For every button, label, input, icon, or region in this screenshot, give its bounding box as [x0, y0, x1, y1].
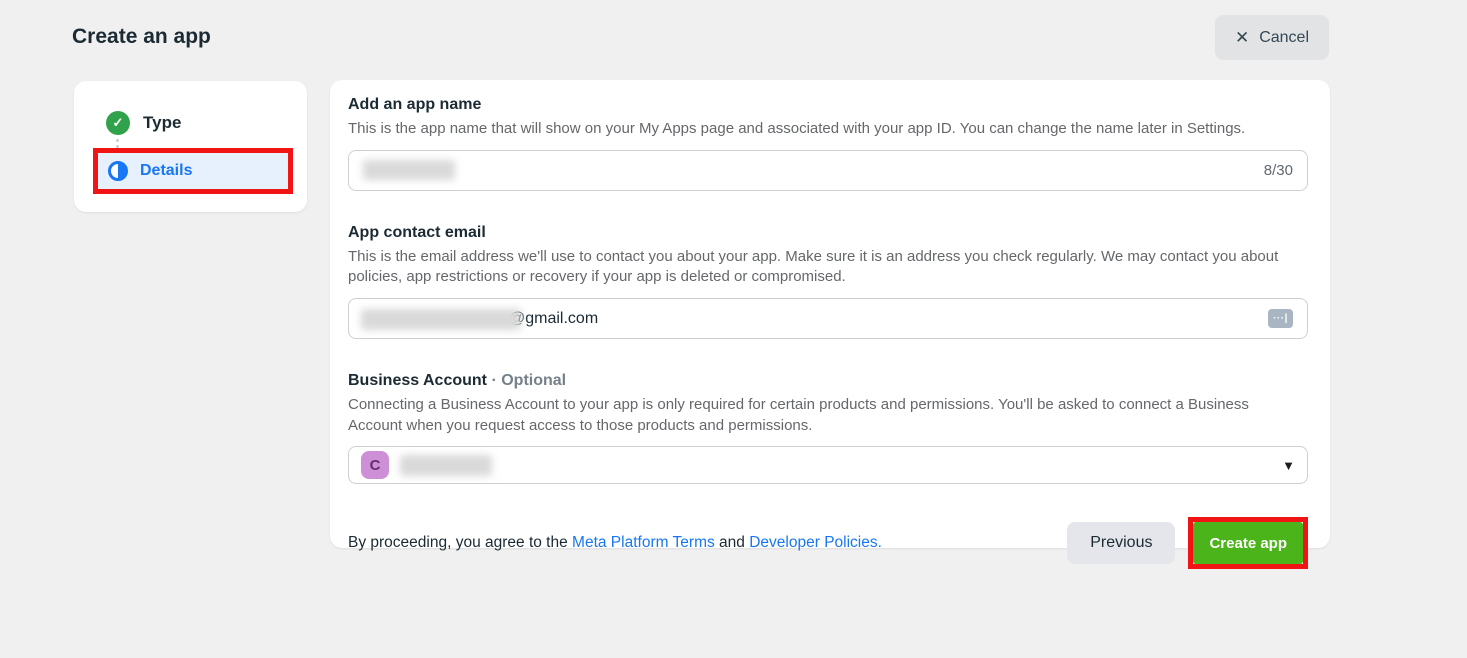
check-circle-icon: ✓: [106, 111, 130, 135]
close-icon: ✕: [1235, 28, 1249, 48]
redacted-app-name-value: [363, 160, 455, 180]
stepper-step-type[interactable]: ✓ Type: [106, 111, 181, 135]
redacted-business-name: [400, 455, 492, 476]
business-avatar: C: [361, 451, 389, 479]
developer-policies-link[interactable]: Developer Policies.: [749, 534, 882, 551]
business-account-select[interactable]: C ▼: [348, 446, 1308, 484]
terms-prefix: By proceeding, you agree to the: [348, 534, 572, 551]
cancel-button[interactable]: ✕ Cancel: [1215, 15, 1329, 60]
business-account-description: Connecting a Business Account to your ap…: [348, 395, 1298, 436]
page-title: Create an app: [72, 25, 211, 49]
optional-label: · Optional: [487, 372, 566, 389]
autofill-icon[interactable]: ···|: [1268, 309, 1293, 328]
annotation-box-create-app: Create app: [1188, 517, 1308, 569]
step-type-label: Type: [143, 113, 181, 133]
cancel-label: Cancel: [1259, 29, 1309, 47]
contact-email-description: This is the email address we'll use to c…: [348, 247, 1298, 288]
step-connector-dots: [116, 139, 119, 148]
contact-email-heading: App contact email: [348, 224, 1308, 242]
app-name-heading: Add an app name: [348, 96, 1308, 114]
char-counter: 8/30: [1264, 162, 1293, 179]
contact-email-section: App contact email This is the email addr…: [348, 224, 1308, 339]
form-footer: By proceeding, you agree to the Meta Pla…: [348, 517, 1308, 569]
meta-platform-terms-link[interactable]: Meta Platform Terms: [572, 534, 715, 551]
app-name-description: This is the app name that will show on y…: [348, 119, 1298, 140]
create-app-page: Create an app ✕ Cancel ✓ Type Details Ad…: [0, 0, 1467, 658]
contact-email-input[interactable]: @gmail.com ···|: [348, 298, 1308, 339]
half-filled-circle-icon: [108, 161, 128, 181]
step-details-label: Details: [140, 162, 192, 180]
email-domain-text: @gmail.com: [509, 310, 598, 328]
business-account-section: Business Account · Optional Connecting a…: [348, 372, 1308, 484]
create-app-button[interactable]: Create app: [1193, 522, 1303, 564]
business-account-heading: Business Account · Optional: [348, 372, 1308, 390]
app-name-section: Add an app name This is the app name tha…: [348, 96, 1308, 191]
app-name-input[interactable]: 8/30: [348, 150, 1308, 191]
redacted-email-value: [361, 309, 521, 330]
annotation-box-details: Details: [93, 148, 293, 194]
chevron-down-icon: ▼: [1282, 458, 1295, 473]
terms-middle: and: [715, 534, 749, 551]
previous-button[interactable]: Previous: [1067, 522, 1175, 564]
stepper-card: ✓ Type Details: [74, 81, 307, 212]
terms-text: By proceeding, you agree to the Meta Pla…: [348, 534, 882, 552]
details-form-card: Add an app name This is the app name tha…: [330, 80, 1330, 548]
stepper-step-details[interactable]: Details: [98, 153, 288, 189]
